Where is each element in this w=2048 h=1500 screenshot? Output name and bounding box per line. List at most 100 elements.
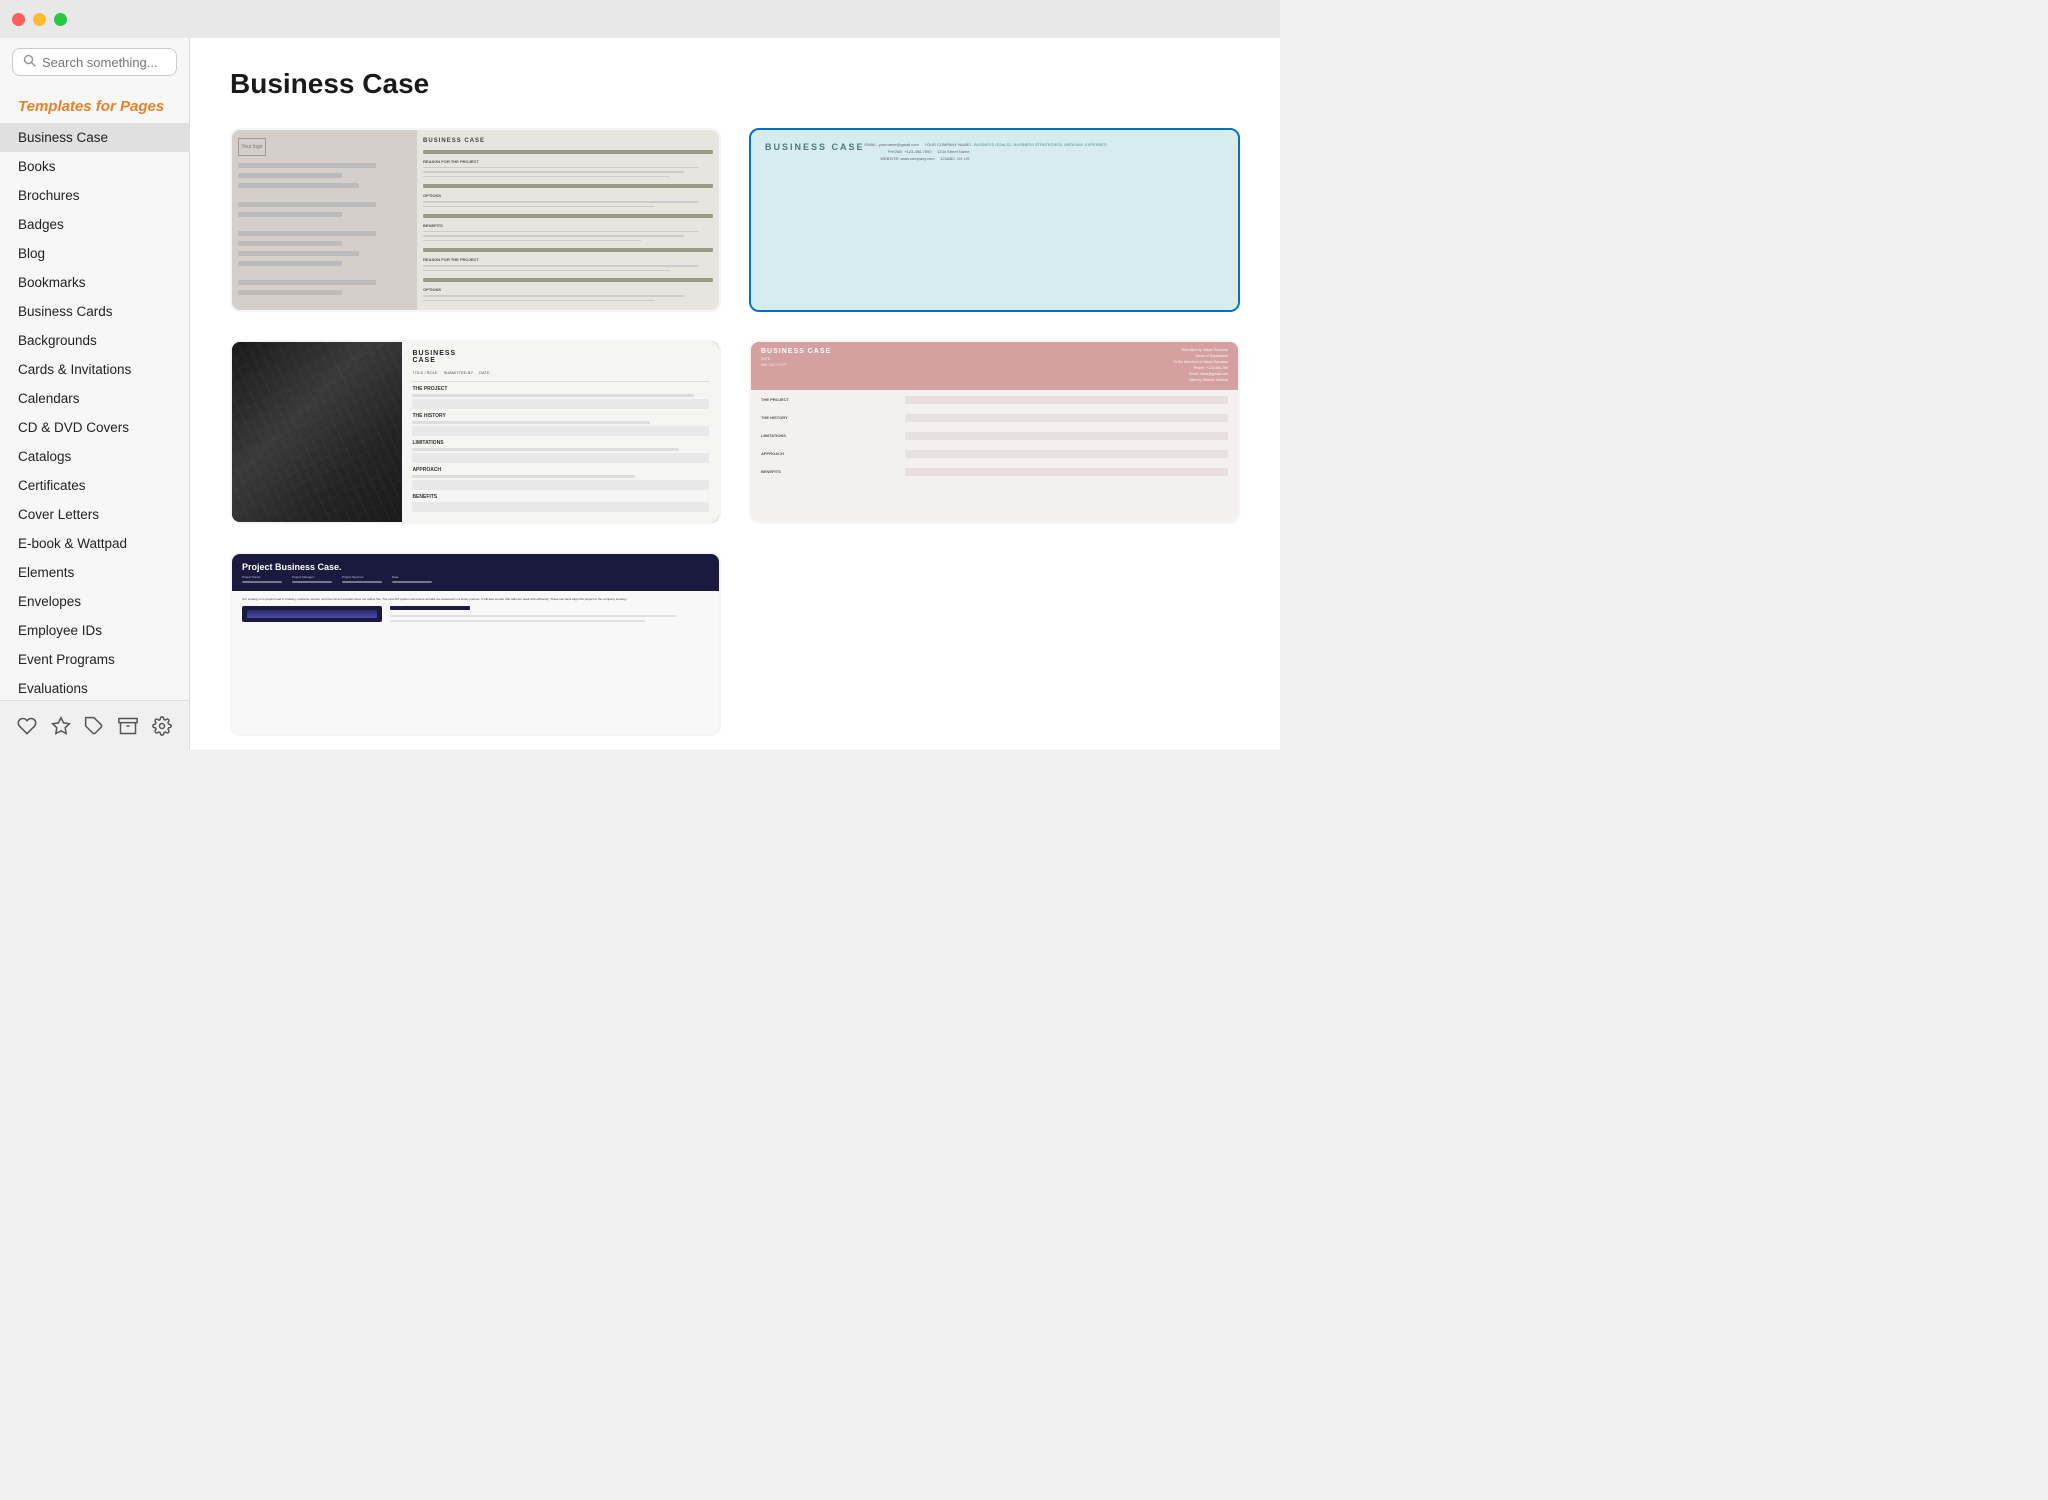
templates-grid: Your logo [230, 128, 1240, 736]
tmpl2-header: BUSINESS CASE EMAIL: yourname@gmail.com … [765, 142, 970, 290]
tmpl2-expenses-label: 4. EXPENSES [1081, 142, 1107, 295]
sidebar-item-brochures[interactable]: Brochures [0, 181, 189, 210]
template-card-5[interactable]: Project Business Case. Project Name: Pro… [230, 552, 721, 736]
heart-icon[interactable] [13, 712, 41, 740]
tmpl5-big-title: Project Business Case. [242, 562, 709, 572]
tmpl5-line-sponsor [342, 581, 382, 583]
template-card-2[interactable]: BUSINESS CASE EMAIL: yourname@gmail.com … [749, 128, 1240, 312]
search-icon [23, 54, 36, 70]
tmpl3-divider [412, 381, 709, 382]
tmpl3-box2 [412, 426, 709, 436]
sidebar-title: Templates for Pages [0, 86, 189, 123]
tmpl5-field-sponsor: Project Sponsor: [342, 575, 382, 583]
sidebar-item-business-cards[interactable]: Business Cards [0, 297, 189, 326]
sidebar-item-badges[interactable]: Badges [0, 210, 189, 239]
tmpl2-goal-label: 1. BUSINESS GOALS [970, 142, 1010, 295]
tmpl5-field-date: Date: [392, 575, 432, 583]
tmpl1-header-text: BUSINESS CASE [423, 138, 713, 144]
tmpl4-label5: BENEFITS [761, 469, 901, 474]
sidebar-item-cover-letters[interactable]: Cover Letters [0, 500, 189, 529]
sidebar-item-elements[interactable]: Elements [0, 558, 189, 587]
tmpl1-field8 [238, 251, 359, 256]
sidebar-item-calendars[interactable]: Calendars [0, 384, 189, 413]
tmpl1-label2: Options [423, 193, 713, 198]
tmpl1-field11 [238, 290, 342, 295]
sidebar-item-evaluations[interactable]: Evaluations [0, 674, 189, 700]
sidebar-item-event-programs[interactable]: Event Programs [0, 645, 189, 674]
tmpl1-field6 [238, 231, 376, 236]
sidebar-item-business-case[interactable]: Business Case [0, 123, 189, 152]
settings-icon[interactable] [148, 712, 176, 740]
tmpl5-bottom-section [242, 606, 709, 622]
sidebar-item-cards-invitations[interactable]: Cards & Invitations [0, 355, 189, 384]
tmpl1-field5 [238, 212, 342, 217]
traffic-lights [12, 13, 67, 26]
tmpl1-bar4 [423, 248, 713, 252]
close-button[interactable] [12, 13, 25, 26]
tmpl5-textline2 [390, 620, 645, 622]
minimize-button[interactable] [33, 13, 46, 26]
tmpl3-box3 [412, 453, 709, 463]
sidebar-item-employee-ids[interactable]: Employee IDs [0, 616, 189, 645]
sidebar-item-books[interactable]: Books [0, 152, 189, 181]
tmpl5-top: Project Business Case. Project Name: Pro… [232, 554, 719, 591]
tmpl1-field2 [238, 173, 342, 178]
sidebar-item-bookmarks[interactable]: Bookmarks [0, 268, 189, 297]
sidebar-item-certificates[interactable]: Certificates [0, 471, 189, 500]
sidebar-item-catalogs[interactable]: Catalogs [0, 442, 189, 471]
tmpl5-textline1 [390, 615, 677, 617]
tmpl4-row3: LIMITATIONS [761, 432, 1228, 440]
tmpl3-right: BUSINESSCASE TITLE / ROLE SUBMITTED BY D… [402, 342, 719, 522]
tmpl4-header: BUSINESS CASE DATE: MM / DD / YYYY Submi… [751, 342, 1238, 390]
tmpl1-line5 [423, 206, 655, 207]
star-icon[interactable] [47, 712, 75, 740]
tmpl1-line9 [423, 265, 698, 266]
template-preview-3: BUSINESSCASE TITLE / ROLE SUBMITTED BY D… [232, 342, 719, 522]
tmpl1-field9 [238, 261, 342, 266]
tmpl3-text3 [412, 448, 679, 451]
sidebar-item-ebook-wattpad[interactable]: E-book & Wattpad [0, 529, 189, 558]
tmpl3-box1 [412, 399, 709, 409]
template-card-4[interactable]: BUSINESS CASE DATE: MM / DD / YYYY Submi… [749, 340, 1240, 524]
tmpl1-field1 [238, 163, 376, 168]
template-card-1[interactable]: Your logo [230, 128, 721, 312]
tmpl1-label5: Options [423, 287, 713, 292]
tmpl3-text1 [412, 394, 694, 397]
page-title: Business Case [230, 68, 1240, 100]
tmpl2-title: BUSINESS CASE [765, 142, 865, 290]
tmpl4-spacer3 [761, 445, 1228, 447]
tmpl3-box4 [412, 480, 709, 490]
tmpl3-subtitle3: DATE [479, 370, 489, 375]
sidebar-item-blog[interactable]: Blog [0, 239, 189, 268]
sidebar-item-envelopes[interactable]: Envelopes [0, 587, 189, 616]
tmpl4-header-info: Submitted by: Name Surname Name of Depar… [1174, 348, 1228, 384]
tmpl1-line10 [423, 270, 669, 271]
tmpl5-label-name: Project Name: [242, 575, 282, 579]
tmpl5-line-name [242, 581, 282, 583]
tmpl4-body: THE PROJECT THE HISTORY LIMITATIONS [751, 390, 1238, 522]
tmpl2-medium-label: 3. MEDIUM [1060, 142, 1081, 295]
template-preview-2: BUSINESS CASE EMAIL: yourname@gmail.com … [751, 130, 1238, 310]
search-input[interactable] [42, 55, 166, 70]
archive-icon[interactable] [114, 712, 142, 740]
tmpl3-section4: APPROACH [412, 467, 709, 473]
tmpl4-label1: THE PROJECT [761, 397, 901, 402]
tmpl3-title: BUSINESSCASE [412, 350, 709, 364]
tmpl1-line3 [423, 176, 669, 177]
template-card-3[interactable]: BUSINESSCASE TITLE / ROLE SUBMITTED BY D… [230, 340, 721, 524]
tmpl1-label1: Reason for the Project [423, 159, 713, 164]
sidebar-item-backgrounds[interactable]: Backgrounds [0, 326, 189, 355]
tmpl3-section5: BENEFITS [412, 494, 709, 500]
tag-icon[interactable] [80, 712, 108, 740]
tmpl5-field-manager: Project Manager: [292, 575, 332, 583]
tmpl5-para1: Our strategy is to project lead in Indus… [242, 597, 709, 602]
maximize-button[interactable] [54, 13, 67, 26]
tmpl1-bar3 [423, 214, 713, 218]
tmpl4-label3: LIMITATIONS [761, 433, 901, 438]
tmpl3-text2 [412, 421, 649, 424]
tmpl4-row5: BENEFITS [761, 468, 1228, 476]
tmpl2-strategy-label: 2. BUSINESS STRATEGIES [1009, 142, 1060, 295]
tmpl5-img-box [242, 606, 382, 622]
sidebar-item-cd-dvd-covers[interactable]: CD & DVD Covers [0, 413, 189, 442]
tmpl3-section1: THE PROJECT [412, 386, 709, 392]
